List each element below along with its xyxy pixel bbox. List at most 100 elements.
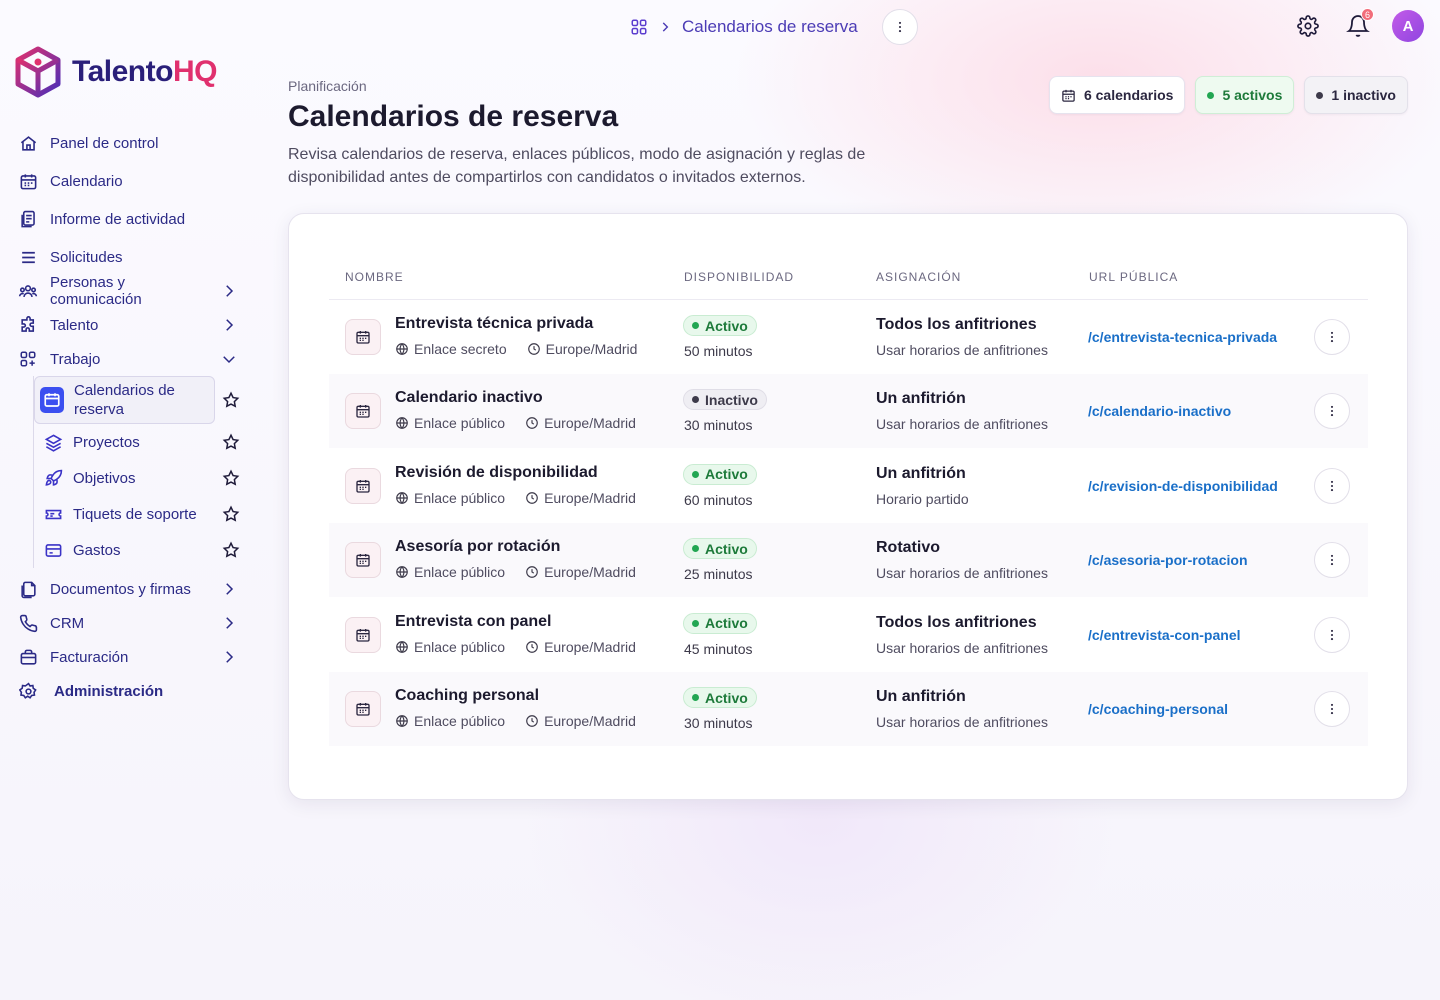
card-icon	[43, 540, 63, 560]
sidebar-subitem-proyectos[interactable]: Proyectos	[34, 424, 244, 460]
puzzle-icon	[18, 315, 38, 335]
table-row[interactable]: Entrevista con panel Enlace público Euro…	[329, 598, 1368, 672]
more-vertical-icon	[1330, 480, 1334, 491]
status-badge: Activo	[683, 463, 757, 485]
apps-grid-icon[interactable]	[630, 18, 648, 36]
chevron-down-icon	[220, 350, 238, 368]
calendar-name[interactable]: Entrevista con panel	[395, 613, 552, 631]
star-icon[interactable]	[222, 391, 240, 409]
brand-logo[interactable]: TalentoHQ	[14, 46, 217, 98]
chevron-right-icon	[658, 20, 672, 34]
chevron-right-icon	[220, 648, 238, 666]
star-icon[interactable]	[222, 505, 240, 523]
row-more-button[interactable]	[1314, 467, 1350, 504]
sidebar-item-administracion[interactable]: Administración	[16, 674, 244, 708]
sidebar-item-documentos-y-firmas[interactable]: Documentos y firmas	[16, 572, 244, 606]
active-dot-icon	[1207, 91, 1215, 99]
sidebar-item-personas-y-comunicacion[interactable]: Personas y comunicación	[16, 274, 244, 308]
assignment-mode: Un anfitrión	[876, 688, 966, 705]
status-badge: Activo	[683, 315, 757, 336]
sidebar-subitem-calendarios-de-reserva[interactable]: Calendarios de reserva	[34, 376, 244, 424]
calendar-name[interactable]: Revisión de disponibilidad	[395, 464, 598, 482]
sidebar-item-trabajo[interactable]: Trabajo	[16, 342, 244, 376]
calendar-name[interactable]: Calendario inactivo	[395, 389, 543, 407]
calendar-name[interactable]: Entrevista técnica privada	[395, 315, 593, 333]
link-type: Enlace público	[414, 638, 506, 655]
row-more-button[interactable]	[1314, 542, 1350, 579]
globe-icon	[395, 342, 409, 356]
sidebar-item-panel-de-control[interactable]: Panel de control	[16, 126, 244, 160]
settings-button[interactable]	[1292, 10, 1324, 42]
row-more-button[interactable]	[1314, 393, 1350, 430]
sidebar-subitem-objetivos[interactable]: Objetivos	[34, 460, 244, 496]
chevron-right-icon	[220, 282, 238, 300]
stat-inactive-calendars: 1 inactivo	[1304, 76, 1408, 114]
table-row[interactable]: Entrevista técnica privada Enlace secret…	[329, 300, 1368, 374]
public-url-link[interactable]: /c/calendario-inactivo	[1088, 403, 1231, 419]
status-badge: Inactivo	[683, 389, 767, 411]
calendar-meta: Enlace secreto Europe/Madrid	[395, 341, 637, 357]
public-url-link[interactable]: /c/coaching-personal	[1088, 701, 1228, 717]
notifications-button[interactable]: 6	[1342, 8, 1374, 42]
sidebar-item-informe-de-actividad[interactable]: Informe de actividad	[16, 202, 244, 236]
public-url-link[interactable]: /c/asesoria-por-rotacion	[1088, 552, 1248, 568]
duration: 60 minutos	[684, 491, 753, 508]
globe-icon	[395, 714, 409, 728]
duration: 30 minutos	[684, 417, 753, 434]
public-url-link[interactable]: /c/entrevista-con-panel	[1088, 627, 1241, 643]
calendar-icon	[1062, 89, 1075, 102]
sidebar-item-talento[interactable]: Talento	[16, 308, 244, 342]
calendar-meta: Enlace público Europe/Madrid	[395, 415, 636, 431]
calendar-meta: Enlace público Europe/Madrid	[395, 713, 636, 729]
star-icon[interactable]	[222, 541, 240, 559]
avatar[interactable]: A	[1392, 10, 1424, 42]
table-row[interactable]: Calendario inactivo Enlace público Europ…	[329, 374, 1368, 449]
ticket-icon	[43, 504, 63, 524]
star-icon[interactable]	[222, 433, 240, 451]
link-type: Enlace público	[414, 564, 506, 581]
breadcrumb-more-button[interactable]	[881, 9, 918, 45]
calendar-name[interactable]: Asesoría por rotación	[395, 538, 560, 556]
duration: 45 minutos	[684, 640, 753, 657]
link-type: Enlace secreto	[414, 341, 507, 357]
row-more-button[interactable]	[1314, 616, 1350, 653]
table-row[interactable]: Revisión de disponibilidad Enlace públic…	[329, 449, 1368, 523]
assignment-mode: Un anfitrión	[876, 464, 966, 482]
row-more-button[interactable]	[1314, 691, 1350, 727]
sidebar-item-facturacion[interactable]: Facturación	[16, 640, 244, 674]
link-type: Enlace público	[414, 415, 506, 432]
sidebar-item-crm[interactable]: CRM	[16, 606, 244, 640]
calendar-meta: Enlace público Europe/Madrid	[395, 639, 636, 655]
stat-total-calendars: 6 calendarios	[1048, 76, 1186, 114]
more-vertical-icon	[1330, 555, 1334, 566]
sidebar-subitem-gastos[interactable]: Gastos	[34, 532, 244, 568]
documents-icon	[18, 579, 38, 599]
timezone: Europe/Madrid	[544, 415, 636, 432]
column-header-assignment: ASIGNACIÓN	[876, 270, 962, 284]
more-vertical-icon	[1330, 331, 1334, 343]
schedule-rule: Usar horarios de anfitriones	[876, 714, 1048, 730]
timezone: Europe/Madrid	[544, 638, 636, 655]
inactive-dot-icon	[1316, 91, 1324, 99]
table-row[interactable]: Coaching personal Enlace público Europe/…	[329, 672, 1368, 746]
calendar-icon	[345, 393, 381, 430]
clock-icon	[525, 714, 539, 728]
people-icon	[18, 281, 38, 301]
sidebar-subitem-tiquets-de-soporte[interactable]: Tiquets de soporte	[34, 496, 244, 532]
public-url-link[interactable]: /c/revision-de-disponibilidad	[1088, 478, 1278, 494]
gear-icon	[1297, 15, 1319, 37]
sidebar-item-solicitudes[interactable]: Solicitudes	[16, 240, 244, 274]
duration: 25 minutos	[684, 566, 753, 583]
row-more-button[interactable]	[1314, 319, 1350, 355]
column-header-availability: DISPONIBILIDAD	[684, 270, 795, 284]
work-subnav: Calendarios de reserva Proyectos Objetiv…	[33, 376, 244, 568]
star-icon[interactable]	[222, 469, 240, 487]
public-url-link[interactable]: /c/entrevista-tecnica-privada	[1088, 329, 1277, 345]
calendar-name[interactable]: Coaching personal	[395, 687, 539, 705]
chevron-right-icon	[220, 614, 238, 632]
more-vertical-icon	[1330, 703, 1334, 715]
calendar-icon	[345, 691, 381, 727]
sidebar-item-calendario[interactable]: Calendario	[16, 164, 244, 198]
topbar-actions: 6 A	[1292, 8, 1424, 42]
table-row[interactable]: Asesoría por rotación Enlace público Eur…	[329, 523, 1368, 598]
